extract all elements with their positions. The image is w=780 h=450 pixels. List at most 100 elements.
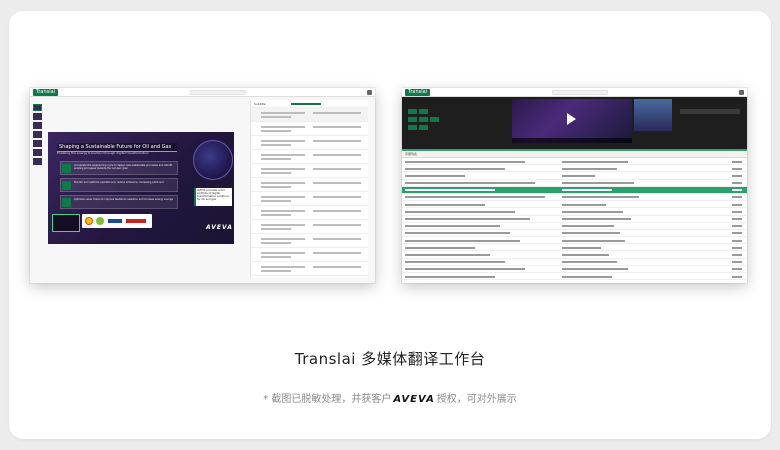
translated-text (313, 182, 361, 184)
thumbnail[interactable] (33, 158, 42, 165)
bullet-item: Optimize value chains to improve feedsto… (60, 195, 178, 209)
search-bar[interactable] (190, 90, 246, 95)
table-row[interactable] (402, 223, 747, 230)
table-row[interactable] (402, 259, 747, 266)
source-cell (405, 239, 520, 242)
table-row[interactable] (402, 266, 747, 273)
thumbnail[interactable] (33, 149, 42, 156)
source-text (261, 186, 291, 188)
thumbnail[interactable] (33, 122, 42, 129)
app-logo[interactable]: Translai (405, 89, 431, 96)
bullet-item: Accelerate the engineering cycle to desi… (60, 161, 178, 175)
time-cell (732, 189, 742, 192)
source-text (261, 270, 291, 272)
table-row[interactable] (402, 158, 747, 166)
logo-icon (108, 219, 122, 223)
time-cell (732, 225, 742, 228)
translation-cell (562, 167, 617, 170)
translation-cell (562, 218, 631, 220)
slide-subtitle: Enabling the energy transition through d… (57, 151, 149, 155)
time-cell (732, 239, 742, 242)
search-bar[interactable] (552, 90, 608, 95)
source-text (261, 154, 305, 156)
table-row[interactable] (402, 186, 747, 194)
subtitle-row[interactable] (251, 164, 368, 178)
tool-button[interactable] (419, 117, 428, 122)
subtitle-row[interactable] (251, 108, 368, 122)
subtitle-row[interactable] (251, 122, 368, 136)
thumbnail[interactable] (33, 131, 42, 138)
table-row[interactable] (402, 216, 747, 223)
table-row[interactable] (402, 208, 747, 216)
subtitle-row[interactable] (251, 206, 368, 220)
slide-canvas[interactable]: Shaping a Sustainable Future for Oil and… (48, 132, 234, 244)
thumbnail-list (33, 104, 42, 167)
source-cell (405, 218, 530, 220)
source-cell (405, 261, 505, 264)
source-text (261, 158, 291, 160)
tool-button[interactable] (419, 109, 428, 114)
brand-logo: AVEVA (206, 224, 233, 231)
video-controls[interactable] (512, 138, 632, 143)
source-cell (405, 196, 545, 199)
source-text (261, 238, 305, 240)
table-row[interactable] (402, 194, 747, 202)
bullet-icon (62, 181, 71, 190)
thumbnail[interactable] (33, 140, 42, 147)
progress-bar[interactable] (291, 103, 321, 105)
time-cell (732, 246, 742, 249)
tool-button[interactable] (408, 125, 417, 130)
tool-button[interactable] (408, 117, 417, 122)
subtitle-row[interactable] (251, 248, 368, 262)
translation-cell (562, 239, 626, 242)
callout-box: AVEVA provides a full portfolio of digit… (194, 188, 232, 206)
subtitle-row[interactable] (251, 192, 368, 206)
translated-text (313, 252, 361, 254)
time-cell (732, 167, 742, 170)
time-cell (732, 218, 742, 220)
translated-text (313, 140, 361, 142)
subtitle-row[interactable] (251, 150, 368, 164)
subtitle-row[interactable] (251, 136, 368, 150)
source-cell (405, 232, 510, 235)
source-text (261, 126, 305, 128)
subtitle-row[interactable] (251, 262, 368, 276)
subtitle-row[interactable] (251, 234, 368, 248)
table-row[interactable] (402, 251, 747, 259)
source-text (261, 144, 291, 146)
menu-icon[interactable] (367, 90, 372, 95)
translation-cell (562, 160, 628, 163)
table-row[interactable] (402, 230, 747, 238)
thumbnail[interactable] (33, 113, 42, 120)
tool-button[interactable] (408, 109, 417, 114)
table-row[interactable] (402, 180, 747, 187)
table-row[interactable] (402, 237, 747, 245)
translation-cell (562, 210, 623, 213)
tool-button[interactable] (430, 117, 439, 122)
tool-button[interactable] (419, 125, 428, 130)
table-row[interactable] (402, 165, 747, 173)
left-screenshot: Translai Shaping a Sustainable Future fo… (30, 88, 375, 283)
video-thumb-right (634, 99, 672, 131)
source-text (261, 182, 305, 184)
table-row[interactable] (402, 201, 747, 209)
table-row[interactable] (402, 172, 747, 180)
app-logo[interactable]: Translai (33, 89, 59, 96)
table-row[interactable] (402, 273, 747, 281)
right-title-bar: Translai (402, 88, 747, 97)
subtitle-row[interactable] (251, 178, 368, 192)
menu-icon[interactable] (739, 90, 744, 95)
play-icon[interactable] (567, 113, 576, 125)
source-cell (405, 253, 490, 256)
source-cell (405, 225, 500, 228)
video-player[interactable] (512, 99, 632, 143)
translation-cell (562, 261, 617, 264)
time-cell (732, 174, 742, 177)
subtitle-row[interactable] (251, 220, 368, 234)
bullet-icon (62, 164, 71, 173)
source-text (261, 116, 291, 118)
thumbnail[interactable] (33, 104, 42, 111)
video-workspace (402, 97, 747, 149)
table-row[interactable] (402, 244, 747, 252)
time-cell (732, 160, 742, 163)
